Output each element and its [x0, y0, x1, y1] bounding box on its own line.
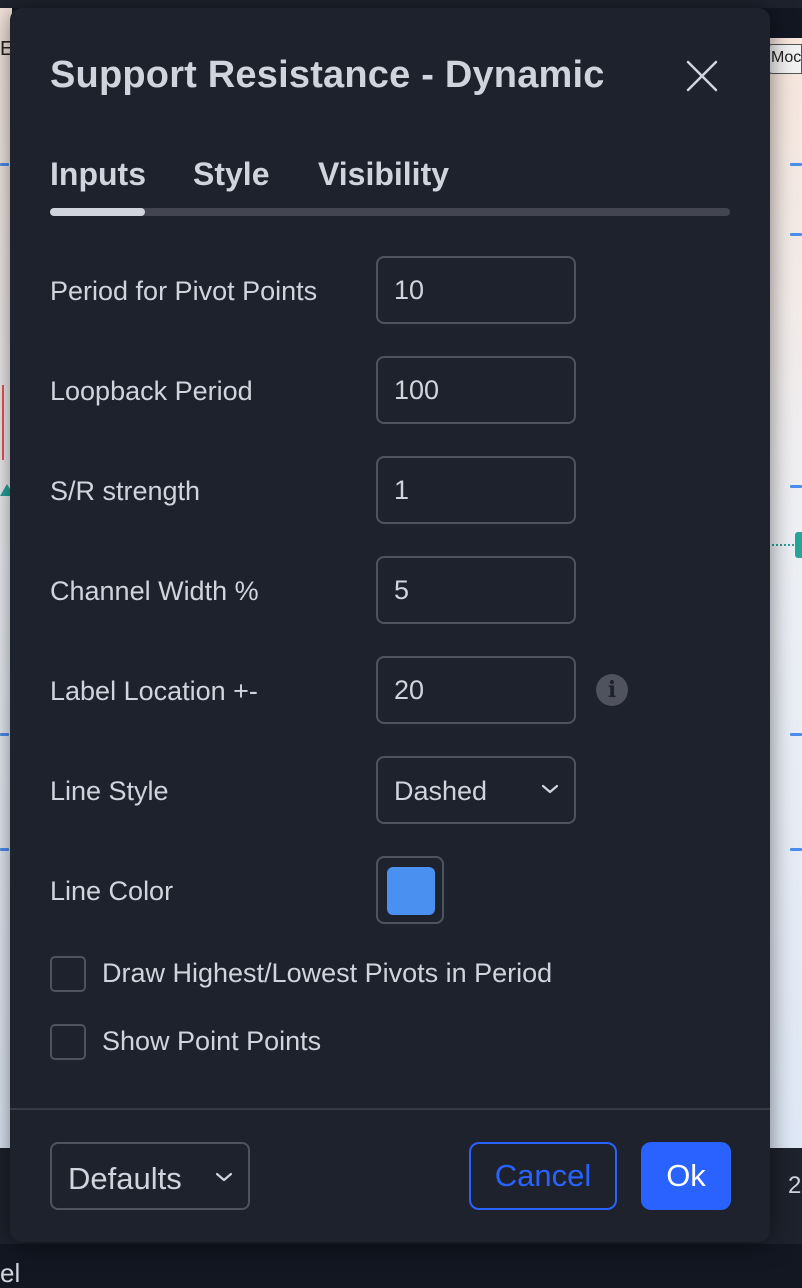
close-icon: [686, 60, 718, 92]
cancel-button[interactable]: Cancel: [469, 1142, 617, 1210]
line-color-label: Line Color: [50, 876, 174, 906]
price-line-mark: [0, 848, 9, 851]
dotted-price-line: [772, 544, 794, 546]
line-style-select[interactable]: Dashed: [376, 756, 576, 824]
ok-button[interactable]: Ok: [641, 1142, 731, 1210]
defaults-label: Defaults: [68, 1161, 182, 1196]
show-point-points-label[interactable]: Show Point Points: [102, 1026, 321, 1057]
channel-width-input[interactable]: [376, 556, 576, 624]
pivot-period-label: Period for Pivot Points: [50, 276, 318, 306]
active-tab-indicator: [50, 208, 145, 216]
sr-strength-input[interactable]: [376, 456, 576, 524]
price-badge: [795, 532, 802, 558]
indicator-settings-dialog: Support Resistance - Dynamic Inputs Styl…: [10, 8, 770, 1242]
channel-width-label: Channel Width %: [50, 576, 259, 606]
defaults-dropdown[interactable]: Defaults: [50, 1142, 250, 1210]
sr-strength-label: S/R strength: [50, 476, 201, 506]
bottom-right-text: 2: [788, 1172, 802, 1199]
tab-style[interactable]: Style: [193, 156, 269, 193]
line-style-value: Dashed: [394, 776, 488, 806]
price-line-mark: [790, 233, 802, 236]
draw-highest-lowest-checkbox[interactable]: [50, 956, 86, 992]
price-line-mark: [0, 733, 9, 736]
line-style-label: Line Style: [50, 776, 169, 806]
tab-track: [50, 208, 730, 216]
bottom-left-text: el: [0, 1244, 802, 1288]
price-line-mark: [790, 485, 802, 488]
tab-visibility[interactable]: Visibility: [318, 156, 449, 193]
chart-right-edge: [768, 38, 802, 1148]
info-icon[interactable]: i: [596, 674, 628, 706]
show-point-points-checkbox[interactable]: [50, 1024, 86, 1060]
label-location-input[interactable]: [376, 656, 576, 724]
toolbar-right-button[interactable]: Moc: [768, 44, 802, 74]
loopback-period-input[interactable]: [376, 356, 576, 424]
chevron-down-icon: [215, 1172, 233, 1182]
draw-highest-lowest-label[interactable]: Draw Highest/Lowest Pivots in Period: [102, 958, 552, 989]
price-line-mark: [790, 733, 802, 736]
pivot-period-input[interactable]: [376, 256, 576, 324]
line-color-swatch: [387, 867, 435, 915]
close-button[interactable]: [682, 56, 722, 96]
candle-mark: [2, 385, 8, 460]
dialog-title: Support Resistance - Dynamic: [50, 54, 605, 96]
price-line-mark: [790, 163, 802, 166]
tab-inputs[interactable]: Inputs: [50, 156, 146, 193]
loopback-period-label: Loopback Period: [50, 376, 253, 406]
tab-bar: Inputs Style Visibility: [50, 156, 730, 216]
label-location-label: Label Location +-: [50, 676, 258, 706]
top-bar-background: [0, 0, 802, 8]
price-line-mark: [0, 163, 9, 166]
chevron-down-icon: [541, 784, 559, 794]
price-line-mark: [790, 848, 802, 851]
footer-divider: [10, 1108, 770, 1110]
line-color-picker[interactable]: [376, 856, 444, 924]
